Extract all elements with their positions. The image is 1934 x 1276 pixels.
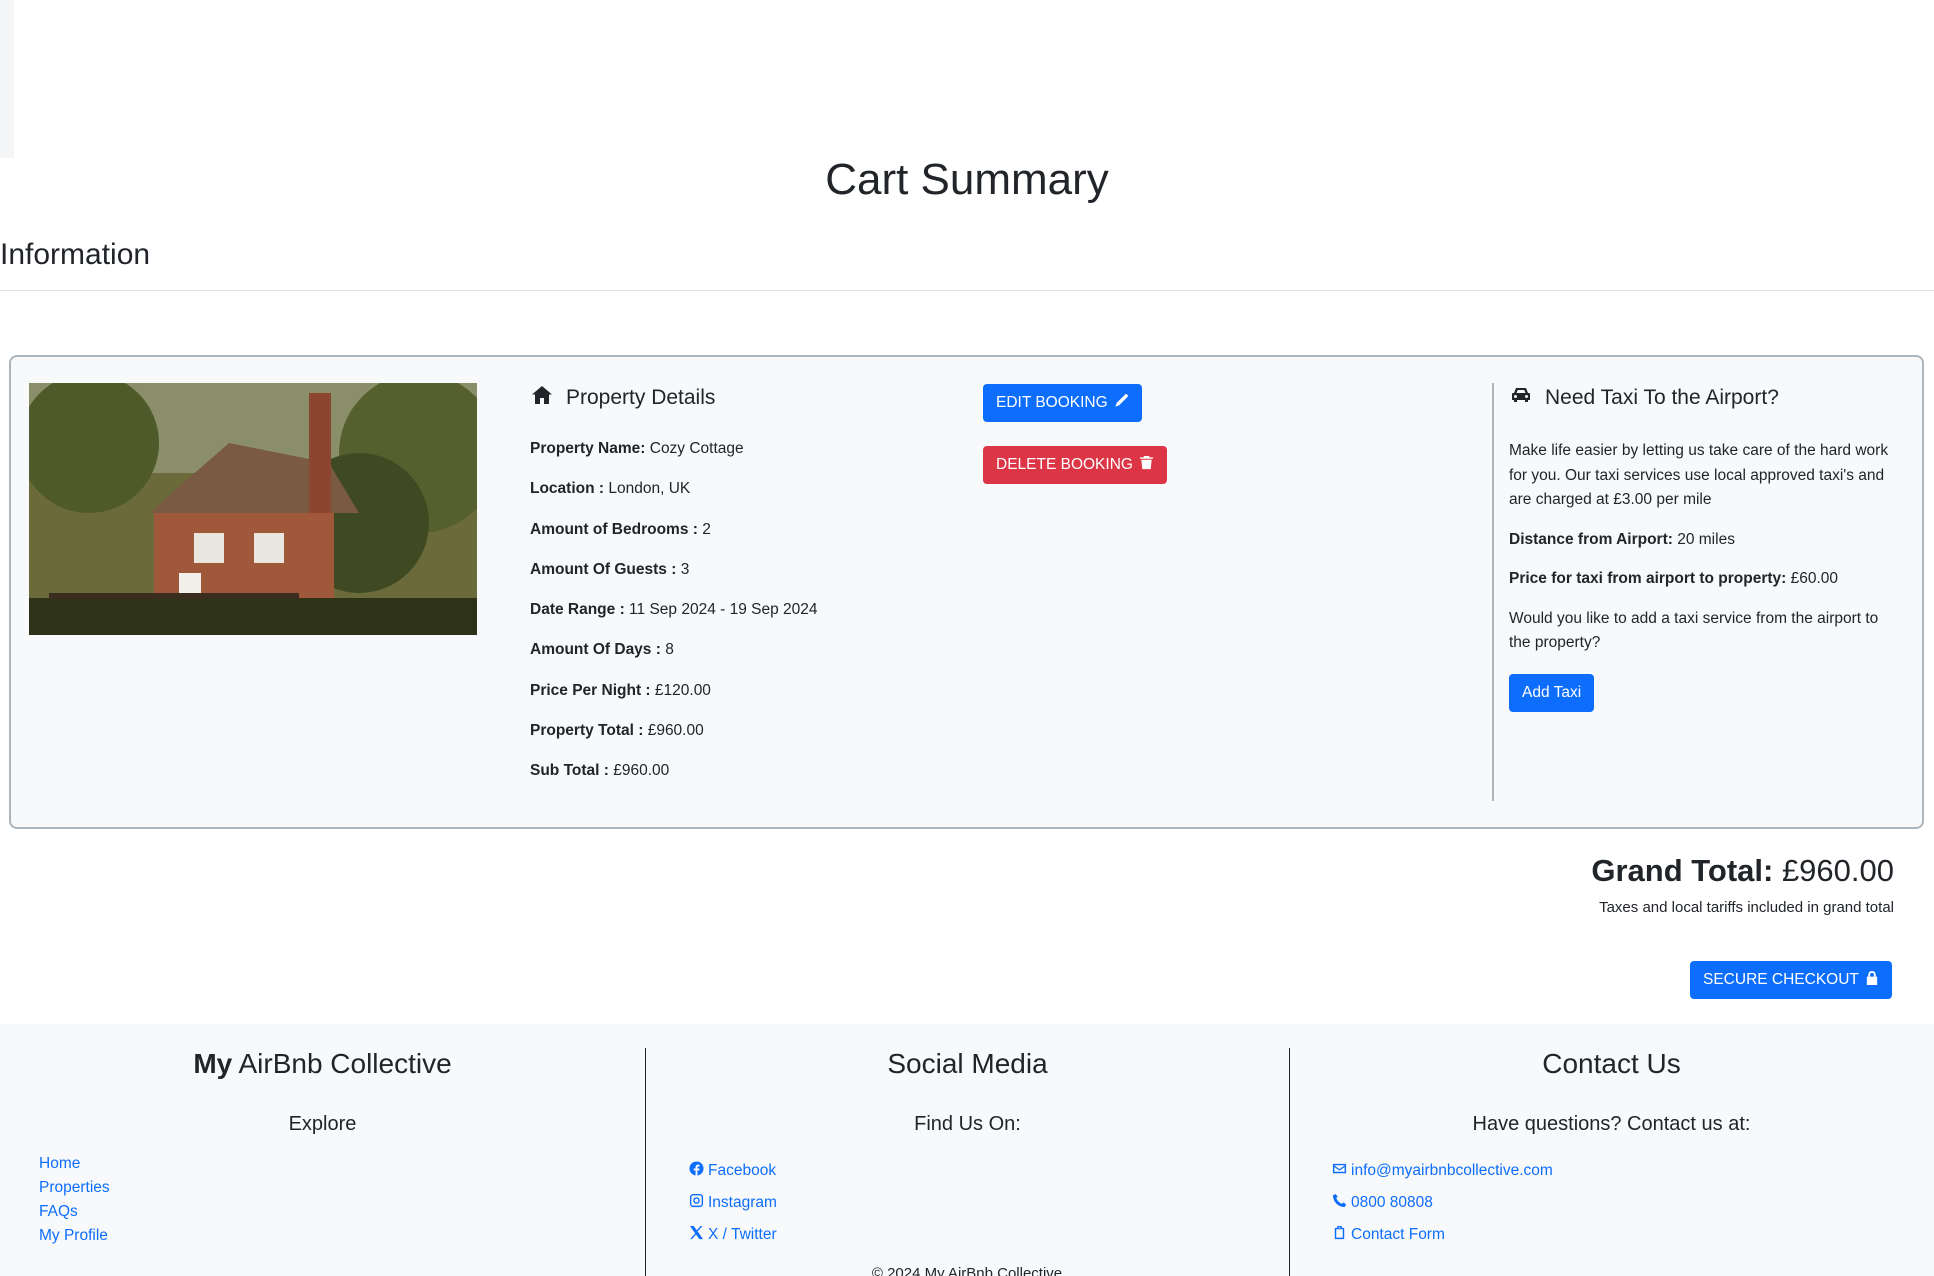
explore-heading: Explore bbox=[288, 1113, 357, 1135]
tax-note: Taxes and local tariffs included in gran… bbox=[1599, 899, 1894, 916]
contact-heading: Contact Us bbox=[1542, 1048, 1681, 1079]
taxi-distance-label: Distance from Airport: bbox=[1509, 530, 1673, 548]
grand-total: Grand Total: £960.00 bbox=[1591, 853, 1894, 889]
phone-link[interactable]: 0800 80808 bbox=[1332, 1187, 1553, 1219]
page-title: Cart Summary bbox=[825, 155, 1109, 204]
x-twitter-icon bbox=[689, 1225, 704, 1245]
property-detail-row: Price Per Night : £120.00 bbox=[530, 681, 970, 721]
delete-booking-button[interactable]: DELETE BOOKING bbox=[983, 446, 1167, 484]
property-detail-label: Property Name: bbox=[530, 440, 646, 457]
facebook-icon bbox=[689, 1161, 704, 1181]
lock-icon bbox=[1865, 970, 1879, 990]
property-detail-label: Amount Of Days : bbox=[530, 641, 661, 659]
property-detail-list: Property Name: Cozy Cottage Location : Lo… bbox=[530, 439, 970, 802]
instagram-link[interactable]: Instagram bbox=[689, 1187, 777, 1219]
explore-link-properties[interactable]: Properties bbox=[39, 1176, 110, 1200]
clipboard-icon bbox=[1332, 1225, 1347, 1245]
taxi-intro: Make life easier by letting us take care… bbox=[1509, 442, 1889, 508]
x-twitter-label: X / Twitter bbox=[708, 1226, 777, 1243]
secure-checkout-label: SECURE CHECKOUT bbox=[1703, 971, 1859, 988]
taxi-price-label: Price for taxi from airport to property: bbox=[1509, 570, 1787, 587]
facebook-link[interactable]: Facebook bbox=[689, 1155, 777, 1187]
taxi-price: Price for taxi from airport to property:… bbox=[1509, 567, 1904, 592]
x-twitter-link[interactable]: X / Twitter bbox=[689, 1219, 777, 1251]
property-detail-value: £960.00 bbox=[643, 722, 704, 740]
property-detail-label: Property Total : bbox=[530, 722, 644, 740]
instagram-label: Instagram bbox=[708, 1194, 777, 1211]
property-detail-row: Location : London, UK bbox=[530, 479, 970, 519]
taxi-offer: Need Taxi To the Airport? Make life easi… bbox=[1509, 383, 1904, 656]
property-details-heading: Property Details bbox=[566, 386, 716, 409]
footer-brand-bold: My bbox=[193, 1048, 233, 1079]
column-separator bbox=[1492, 383, 1494, 801]
phone-icon bbox=[1332, 1193, 1347, 1213]
property-detail-label: Date Range : bbox=[530, 601, 625, 619]
explore-link-my-profile[interactable]: My Profile bbox=[39, 1224, 110, 1248]
property-detail-value: £960.00 bbox=[608, 762, 670, 780]
grand-total-label: Grand Total: bbox=[1591, 853, 1774, 888]
footer-brand-rest: AirBnb Collective bbox=[232, 1048, 452, 1079]
property-detail-value: £120.00 bbox=[650, 681, 711, 699]
section-title: Information bbox=[0, 238, 151, 271]
email-link[interactable]: info@myairbnbcollective.com bbox=[1332, 1155, 1553, 1187]
property-detail-row: Amount Of Guests : 3 bbox=[530, 560, 970, 600]
trash-icon bbox=[1139, 455, 1154, 475]
contact-links: info@myairbnbcollective.com 0800 80808 C… bbox=[1332, 1155, 1553, 1251]
property-detail-row: Property Total : £960.00 bbox=[530, 721, 970, 761]
contact-form-link[interactable]: Contact Form bbox=[1332, 1219, 1553, 1251]
property-detail-label: Amount Of Guests : bbox=[530, 560, 677, 578]
contact-sub: Have questions? Contact us at: bbox=[1472, 1113, 1751, 1135]
property-details: Property Details Property Name: Cozy Cot… bbox=[530, 383, 970, 802]
social-heading: Social Media bbox=[887, 1048, 1048, 1079]
booking-card: Property Details Property Name: Cozy Cot… bbox=[9, 355, 1924, 829]
property-detail-row: Date Range : 11 Sep 2024 - 19 Sep 2024 bbox=[530, 600, 970, 640]
explore-links: Home Properties FAQs My Profile bbox=[39, 1152, 110, 1248]
taxi-question: Would you like to add a taxi service fro… bbox=[1509, 609, 1879, 652]
contact-form-label: Contact Form bbox=[1351, 1226, 1445, 1243]
site-footer: My AirBnb Collective Explore Home Propert… bbox=[0, 1024, 1934, 1276]
facebook-label: Facebook bbox=[708, 1162, 777, 1179]
car-icon bbox=[1509, 383, 1533, 413]
property-detail-value: 2 bbox=[697, 520, 711, 538]
property-detail-row: Property Name: Cozy Cottage bbox=[530, 439, 970, 479]
property-detail-value: 3 bbox=[676, 560, 690, 578]
social-links: Facebook Instagram X / Twitter bbox=[689, 1155, 777, 1251]
taxi-price-value: £60.00 bbox=[1786, 570, 1839, 587]
house-icon bbox=[530, 383, 554, 413]
property-detail-label: Price Per Night : bbox=[530, 681, 651, 699]
social-sub: Find Us On: bbox=[914, 1113, 1021, 1135]
property-detail-value: 11 Sep 2024 - 19 Sep 2024 bbox=[624, 601, 818, 619]
instagram-icon bbox=[689, 1193, 704, 1213]
pencil-icon bbox=[1114, 393, 1129, 413]
taxi-heading: Need Taxi To the Airport? bbox=[1545, 386, 1779, 409]
explore-link-faqs[interactable]: FAQs bbox=[39, 1200, 110, 1224]
property-detail-value: 8 bbox=[660, 641, 674, 659]
copyright: © 2024 My AirBnb Collective bbox=[871, 1265, 1063, 1276]
property-detail-row: Amount Of Days : 8 bbox=[530, 640, 970, 680]
edit-booking-label: EDIT BOOKING bbox=[996, 394, 1108, 411]
delete-booking-label: DELETE BOOKING bbox=[996, 456, 1133, 473]
email-label: info@myairbnbcollective.com bbox=[1351, 1162, 1553, 1179]
property-detail-label: Amount of Bedrooms : bbox=[530, 520, 698, 538]
top-strip bbox=[0, 0, 14, 158]
phone-label: 0800 80808 bbox=[1351, 1194, 1433, 1211]
property-detail-row: Sub Total : £960.00 bbox=[530, 761, 970, 801]
section-divider bbox=[0, 290, 1934, 291]
taxi-distance-value: 20 miles bbox=[1672, 530, 1735, 548]
property-detail-label: Location : bbox=[530, 480, 605, 498]
property-detail-row: Amount of Bedrooms : 2 bbox=[530, 520, 970, 560]
footer-brand: My AirBnb Collective bbox=[0, 1048, 645, 1080]
edit-booking-button[interactable]: EDIT BOOKING bbox=[983, 384, 1142, 422]
envelope-icon bbox=[1332, 1161, 1347, 1181]
explore-link-home[interactable]: Home bbox=[39, 1152, 110, 1176]
taxi-distance: Distance from Airport: 20 miles bbox=[1509, 528, 1904, 553]
property-photo bbox=[29, 383, 477, 635]
property-detail-value: Cozy Cottage bbox=[645, 440, 744, 457]
property-detail-label: Sub Total : bbox=[530, 762, 609, 780]
grand-total-value: £960.00 bbox=[1773, 853, 1894, 888]
add-taxi-button[interactable]: Add Taxi bbox=[1509, 674, 1595, 712]
secure-checkout-button[interactable]: SECURE CHECKOUT bbox=[1690, 961, 1892, 999]
property-detail-value: London, UK bbox=[604, 480, 691, 498]
